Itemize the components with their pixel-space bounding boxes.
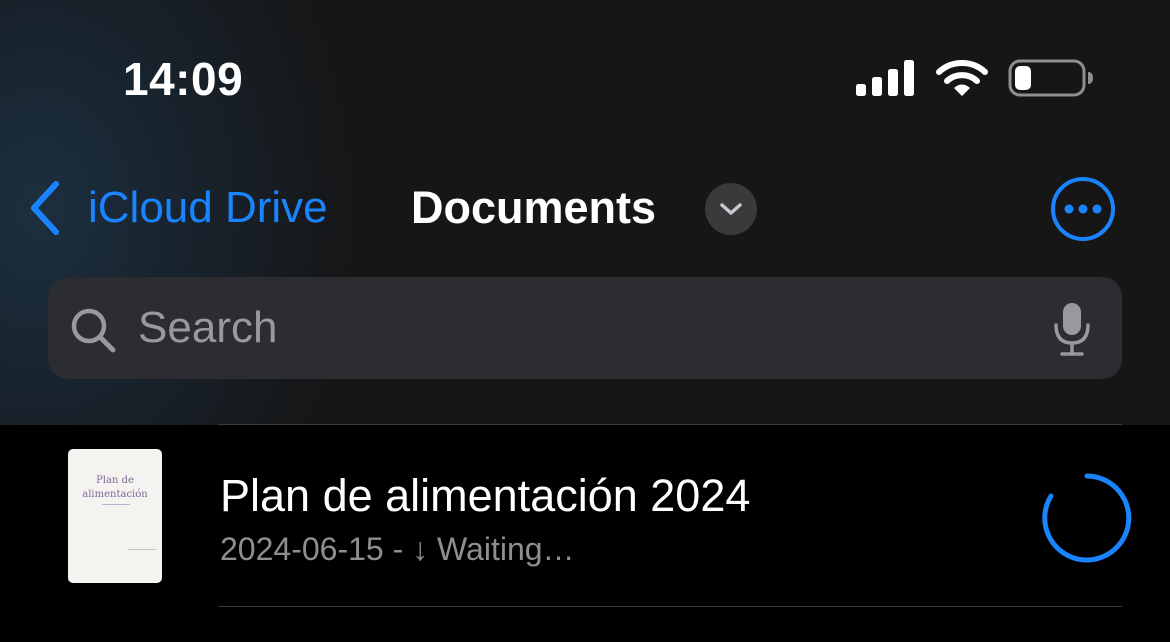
thumbnail-text: Plan de xyxy=(96,475,134,486)
search-placeholder: Search xyxy=(138,303,278,352)
chevron-left-icon xyxy=(31,181,59,235)
thumbnail-line xyxy=(102,504,130,505)
thumbnail-text: alimentación xyxy=(82,489,148,500)
back-button-label: iCloud Drive xyxy=(88,183,328,232)
document-thumbnail: Plan de alimentación xyxy=(68,449,162,583)
cellular-signal-icon xyxy=(856,60,914,96)
wifi-icon xyxy=(936,60,988,96)
title-menu-button[interactable] xyxy=(705,183,757,235)
file-meta: 2024-06-15 - ↓ Waiting… xyxy=(220,531,575,567)
page-title[interactable]: Documents xyxy=(411,180,656,236)
thumbnail-line xyxy=(128,549,156,550)
status-time: 14:09 xyxy=(123,53,244,105)
back-button[interactable]: iCloud Drive xyxy=(26,180,328,236)
battery-icon xyxy=(1008,59,1093,97)
search-field[interactable]: Search xyxy=(48,277,1122,379)
more-options-button[interactable] xyxy=(1050,176,1116,242)
search-icon xyxy=(71,308,116,353)
chevron-down-icon xyxy=(720,203,742,215)
microphone-icon[interactable] xyxy=(1052,301,1092,357)
divider xyxy=(218,606,1122,607)
loading-spinner-icon[interactable] xyxy=(1041,472,1133,564)
file-row[interactable]: Plan de alimentación Plan de alimentació… xyxy=(0,425,1170,606)
file-name: Plan de alimentación 2024 xyxy=(220,470,751,521)
